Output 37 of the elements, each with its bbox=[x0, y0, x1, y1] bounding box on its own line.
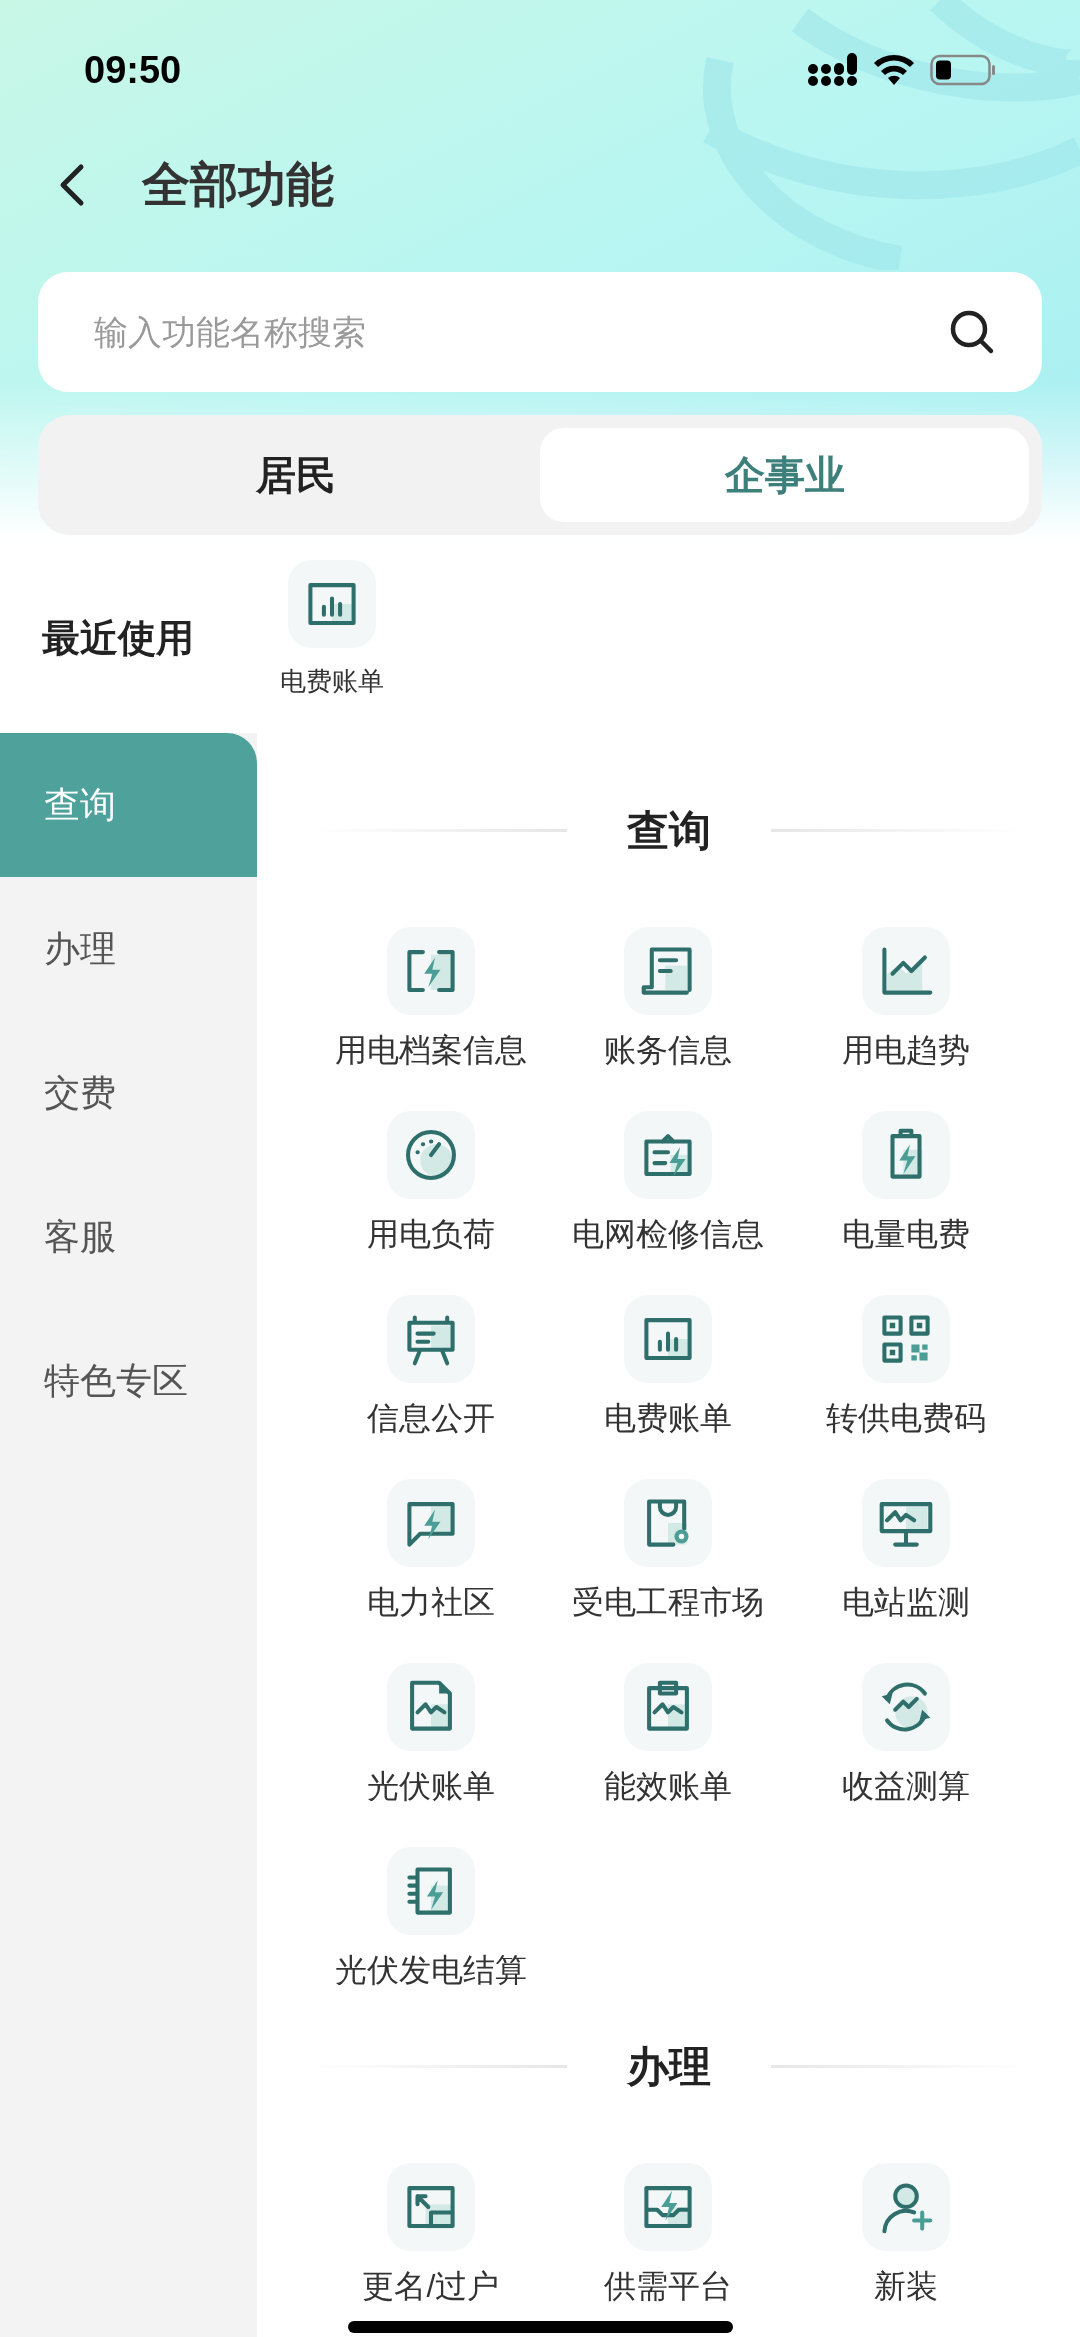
function-item[interactable]: 电费账单 bbox=[604, 1295, 733, 1437]
function-item[interactable]: 更名/过户 bbox=[362, 2163, 500, 2305]
line-chart-icon bbox=[879, 944, 934, 998]
recent-heading: 最近使用 bbox=[42, 616, 194, 661]
function-item[interactable]: 用电负荷 bbox=[366, 1111, 495, 1253]
wifi-icon bbox=[872, 53, 916, 87]
status-time: 09:50 bbox=[84, 47, 182, 93]
function-item[interactable]: 受电工程市场 bbox=[572, 1479, 765, 1621]
section-heading: 办理 bbox=[626, 2041, 711, 2092]
function-item[interactable]: 电站监测 bbox=[842, 1479, 971, 1621]
tab[interactable]: 企事业 bbox=[540, 428, 1029, 522]
function-item[interactable]: 转供电费码 bbox=[826, 1295, 987, 1437]
gauge-icon bbox=[403, 1128, 458, 1182]
function-item[interactable]: 电网检修信息 bbox=[572, 1111, 765, 1253]
function-item[interactable]: 用电档案信息 bbox=[334, 927, 527, 1069]
function-item[interactable]: 光伏发电结算 bbox=[334, 1847, 527, 1989]
function-item[interactable]: 供需平台 bbox=[604, 2163, 733, 2305]
search-field[interactable]: 输入功能名称搜索 bbox=[38, 272, 1042, 392]
function-item[interactable]: 收益测算 bbox=[842, 1663, 971, 1805]
sidebar-item[interactable]: 办理 bbox=[0, 877, 257, 1021]
add-user-icon bbox=[879, 2180, 934, 2234]
sidebar-item[interactable]: 交费 bbox=[0, 1021, 257, 1165]
sidebar-item[interactable]: 客服 bbox=[0, 1165, 257, 1309]
search-icon bbox=[948, 308, 996, 356]
section-heading: 查询 bbox=[626, 805, 711, 856]
sidebar-item[interactable]: 特色专区 bbox=[0, 1309, 257, 1453]
function-item[interactable]: 电量电费 bbox=[842, 1111, 971, 1253]
function-item[interactable]: 光伏账单 bbox=[366, 1663, 495, 1805]
function-item[interactable]: 账务信息 bbox=[604, 927, 733, 1069]
signal-icon bbox=[808, 53, 858, 87]
function-item[interactable]: 用电趋势 bbox=[842, 927, 971, 1069]
page-title: 全部功能 bbox=[142, 157, 334, 213]
function-item[interactable]: 电力社区 bbox=[366, 1479, 495, 1621]
battery-status-icon bbox=[930, 53, 996, 87]
function-item[interactable]: 信息公开 bbox=[366, 1295, 495, 1437]
tab[interactable]: 居民 bbox=[51, 428, 540, 522]
function-item[interactable]: 能效账单 bbox=[604, 1663, 733, 1805]
